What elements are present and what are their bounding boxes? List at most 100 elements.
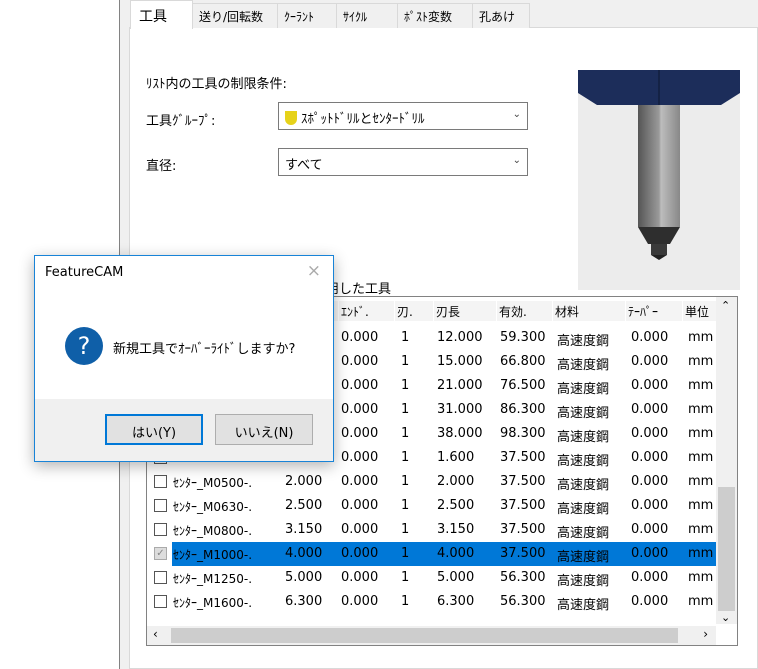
- tab-feed-speed[interactable]: 送り/回転数: [192, 3, 278, 28]
- cell-mat: 高速度鋼: [557, 526, 610, 541]
- cell-flutes: 1: [401, 570, 410, 585]
- cell-len: 2.000: [437, 474, 475, 489]
- cell-name: ｾﾝﾀｰ_M1000-.: [173, 548, 253, 562]
- cell-mat: 高速度鋼: [557, 382, 610, 397]
- cell-taper: 0.000: [631, 330, 669, 345]
- cell-flutes: 1: [401, 378, 410, 393]
- col-header-effective[interactable]: 有効.: [497, 301, 552, 321]
- scroll-right-icon[interactable]: ›: [703, 627, 708, 641]
- col-header-length[interactable]: 刃長: [434, 301, 496, 321]
- cell-mat: 高速度鋼: [557, 334, 610, 349]
- cell-unit: mm: [688, 570, 714, 585]
- tab-drilling[interactable]: 孔あけ: [472, 3, 530, 28]
- cell-eff: 98.300: [500, 426, 546, 441]
- cell-end: 0.000: [341, 474, 379, 489]
- cell-len: 6.300: [437, 594, 475, 609]
- cell-mat: 高速度鋼: [557, 454, 610, 469]
- chevron-down-icon: ⌄: [512, 155, 521, 166]
- table-row[interactable]: ｾﾝﾀｰ_M0500-. 2.000 0.000 1 2.000 37.500 高速度鋼 0.…: [147, 470, 717, 494]
- cell-name: ｾﾝﾀｰ_M0630-.: [173, 500, 253, 514]
- cell-dia: 2.000: [285, 474, 323, 489]
- tab-cycle[interactable]: ｻｲｸﾙ: [336, 3, 398, 28]
- cell-dia: 4.000: [285, 546, 323, 561]
- cell-unit: mm: [688, 522, 714, 537]
- tool-group-label: 工具ｸﾞﾙｰﾌﾟ:: [146, 114, 216, 129]
- cell-unit: mm: [688, 378, 714, 393]
- drill-tool-icon: [578, 70, 740, 260]
- row-checkbox[interactable]: [154, 595, 167, 608]
- cell-end: 0.000: [341, 402, 379, 417]
- yes-button[interactable]: はい(Y): [105, 414, 203, 445]
- table-row[interactable]: ｾﾝﾀｰ_M1250-. 5.000 0.000 1 5.000 56.300 高速度鋼 0.…: [147, 566, 717, 590]
- cell-flutes: 1: [401, 450, 410, 465]
- cell-mat: 高速度鋼: [557, 430, 610, 445]
- cell-flutes: 1: [401, 594, 410, 609]
- cell-flutes: 1: [401, 330, 410, 345]
- hscroll-thumb[interactable]: [171, 628, 678, 643]
- row-checkbox[interactable]: [154, 499, 167, 512]
- row-checkbox[interactable]: [154, 475, 167, 488]
- no-button[interactable]: いいえ(N): [215, 414, 313, 445]
- col-header-material[interactable]: 材料: [553, 301, 625, 321]
- close-icon[interactable]: ×: [307, 261, 321, 281]
- cell-flutes: 1: [401, 522, 410, 537]
- cell-name: ｾﾝﾀｰ_M0500-.: [173, 476, 253, 490]
- cell-end: 0.000: [341, 354, 379, 369]
- cell-end: 0.000: [341, 498, 379, 513]
- cell-dia: 6.300: [285, 594, 323, 609]
- tool-group-select[interactable]: ｽﾎﾟｯﾄﾄﾞﾘﾙとｾﾝﾀｰﾄﾞﾘﾙ ⌄: [278, 102, 528, 130]
- table-row[interactable]: ｾﾝﾀｰ_M0630-. 2.500 0.000 1 2.500 37.500 高速度鋼 0.…: [147, 494, 717, 518]
- tab-coolant[interactable]: ｸｰﾗﾝﾄ: [277, 3, 337, 28]
- cell-end: 0.000: [341, 522, 379, 537]
- cell-unit: mm: [688, 546, 714, 561]
- cell-taper: 0.000: [631, 426, 669, 441]
- row-checkbox[interactable]: [154, 523, 167, 536]
- diameter-value: すべて: [285, 158, 323, 173]
- tab-tool[interactable]: 工具: [130, 0, 193, 29]
- diameter-select[interactable]: すべて ⌄: [278, 148, 528, 176]
- cell-len: 38.000: [437, 426, 483, 441]
- cell-eff: 76.500: [500, 378, 546, 393]
- col-header-taper[interactable]: ﾃｰﾊﾟｰ: [626, 301, 682, 321]
- cell-unit: mm: [688, 498, 714, 513]
- cell-flutes: 1: [401, 354, 410, 369]
- cell-unit: mm: [688, 474, 714, 489]
- confirm-dialog: FeatureCAM × ? 新規工具でｵｰﾊﾞｰﾗｲﾄﾞしますか? はい(Y)…: [34, 255, 334, 462]
- cell-eff: 37.500: [500, 546, 546, 561]
- cell-mat: 高速度鋼: [557, 358, 610, 373]
- table-row[interactable]: ｾﾝﾀｰ_M1600-. 6.300 0.000 1 6.300 56.300 高速度鋼 0.…: [147, 590, 717, 614]
- table-row[interactable]: ｾﾝﾀｰ_M0800-. 3.150 0.000 1 3.150 37.500 高速度鋼 0.…: [147, 518, 717, 542]
- col-header-end[interactable]: ｴﾝﾄﾞ.: [339, 301, 394, 321]
- col-header-unit[interactable]: 単位: [683, 301, 719, 321]
- cell-dia: 2.500: [285, 498, 323, 513]
- row-checkbox[interactable]: ✓: [154, 547, 167, 560]
- cell-taper: 0.000: [631, 522, 669, 537]
- tab-post-vars[interactable]: ﾎﾟｽﾄ変数: [397, 3, 473, 28]
- cell-dia: 3.150: [285, 522, 323, 537]
- scroll-down-icon[interactable]: ⌄: [721, 611, 730, 624]
- scroll-up-icon[interactable]: ⌃: [721, 299, 730, 312]
- cell-mat: 高速度鋼: [557, 478, 610, 493]
- cell-eff: 56.300: [500, 570, 546, 585]
- scroll-left-icon[interactable]: ‹: [153, 627, 158, 641]
- cell-end: 0.000: [341, 378, 379, 393]
- question-icon: ?: [65, 327, 103, 365]
- cell-end: 0.000: [341, 450, 379, 465]
- cell-name: ｾﾝﾀｰ_M1250-.: [173, 572, 253, 586]
- row-checkbox[interactable]: [154, 571, 167, 584]
- cell-taper: 0.000: [631, 498, 669, 513]
- col-header-flutes[interactable]: 刃.: [395, 301, 433, 321]
- scroll-thumb[interactable]: [718, 487, 735, 611]
- vertical-scrollbar[interactable]: ⌃ ⌄: [716, 297, 737, 624]
- cell-eff: 37.500: [500, 450, 546, 465]
- cell-len: 4.000: [437, 546, 475, 561]
- cell-taper: 0.000: [631, 402, 669, 417]
- cell-len: 2.500: [437, 498, 475, 513]
- cell-name: ｾﾝﾀｰ_M1600-.: [173, 596, 253, 610]
- cell-len: 5.000: [437, 570, 475, 585]
- cell-eff: 37.500: [500, 474, 546, 489]
- horizontal-scrollbar[interactable]: ‹ ›: [147, 626, 716, 645]
- cell-mat: 高速度鋼: [557, 574, 610, 589]
- cell-eff: 59.300: [500, 330, 546, 345]
- table-row[interactable]: ✓ ｾﾝﾀｰ_M1000-. 4.000 0.000 1 4.000 37.500 高速度鋼 0…: [147, 542, 717, 566]
